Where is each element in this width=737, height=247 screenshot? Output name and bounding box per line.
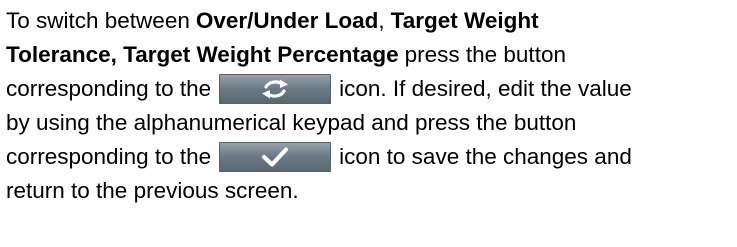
text-line-4: by using the alphanumerical keypad and p… (6, 106, 734, 140)
text-line-2: Tolerance, Target Weight Percentage press… (6, 38, 734, 72)
text-segment: icon. If desired, edit the value (339, 76, 632, 101)
text-segment: press the button (404, 42, 566, 67)
text-line-6: return to the previous screen. (6, 174, 734, 208)
checkmark-icon (262, 147, 289, 167)
confirm-button-image (219, 142, 332, 172)
refresh-arrows-icon (262, 79, 289, 99)
bold-term-tolerance-percentage: Tolerance, Target Weight Percentage (6, 42, 399, 67)
text-line-3: corresponding to the icon. If desired, e… (6, 72, 734, 106)
text-segment: by using the alphanumerical keypad and p… (6, 110, 577, 135)
text-segment: corresponding to the (6, 76, 212, 101)
switch-button-image (219, 74, 332, 104)
instruction-paragraph: To switch between Over/Under Load, Target … (6, 4, 734, 208)
text-segment: To switch between (6, 8, 190, 33)
text-segment: corresponding to the (6, 144, 212, 169)
text-segment: icon to save the changes and (339, 144, 632, 169)
text-line-5: corresponding to the icon to save the ch… (6, 140, 734, 174)
text-line-1: To switch between Over/Under Load, Target … (6, 4, 734, 38)
text-segment: , (378, 8, 385, 33)
text-segment: return to the previous screen. (6, 178, 299, 203)
bold-term-target-weight: Target Weight (390, 8, 539, 33)
bold-term-over-under-load: Over/Under Load (195, 8, 379, 33)
